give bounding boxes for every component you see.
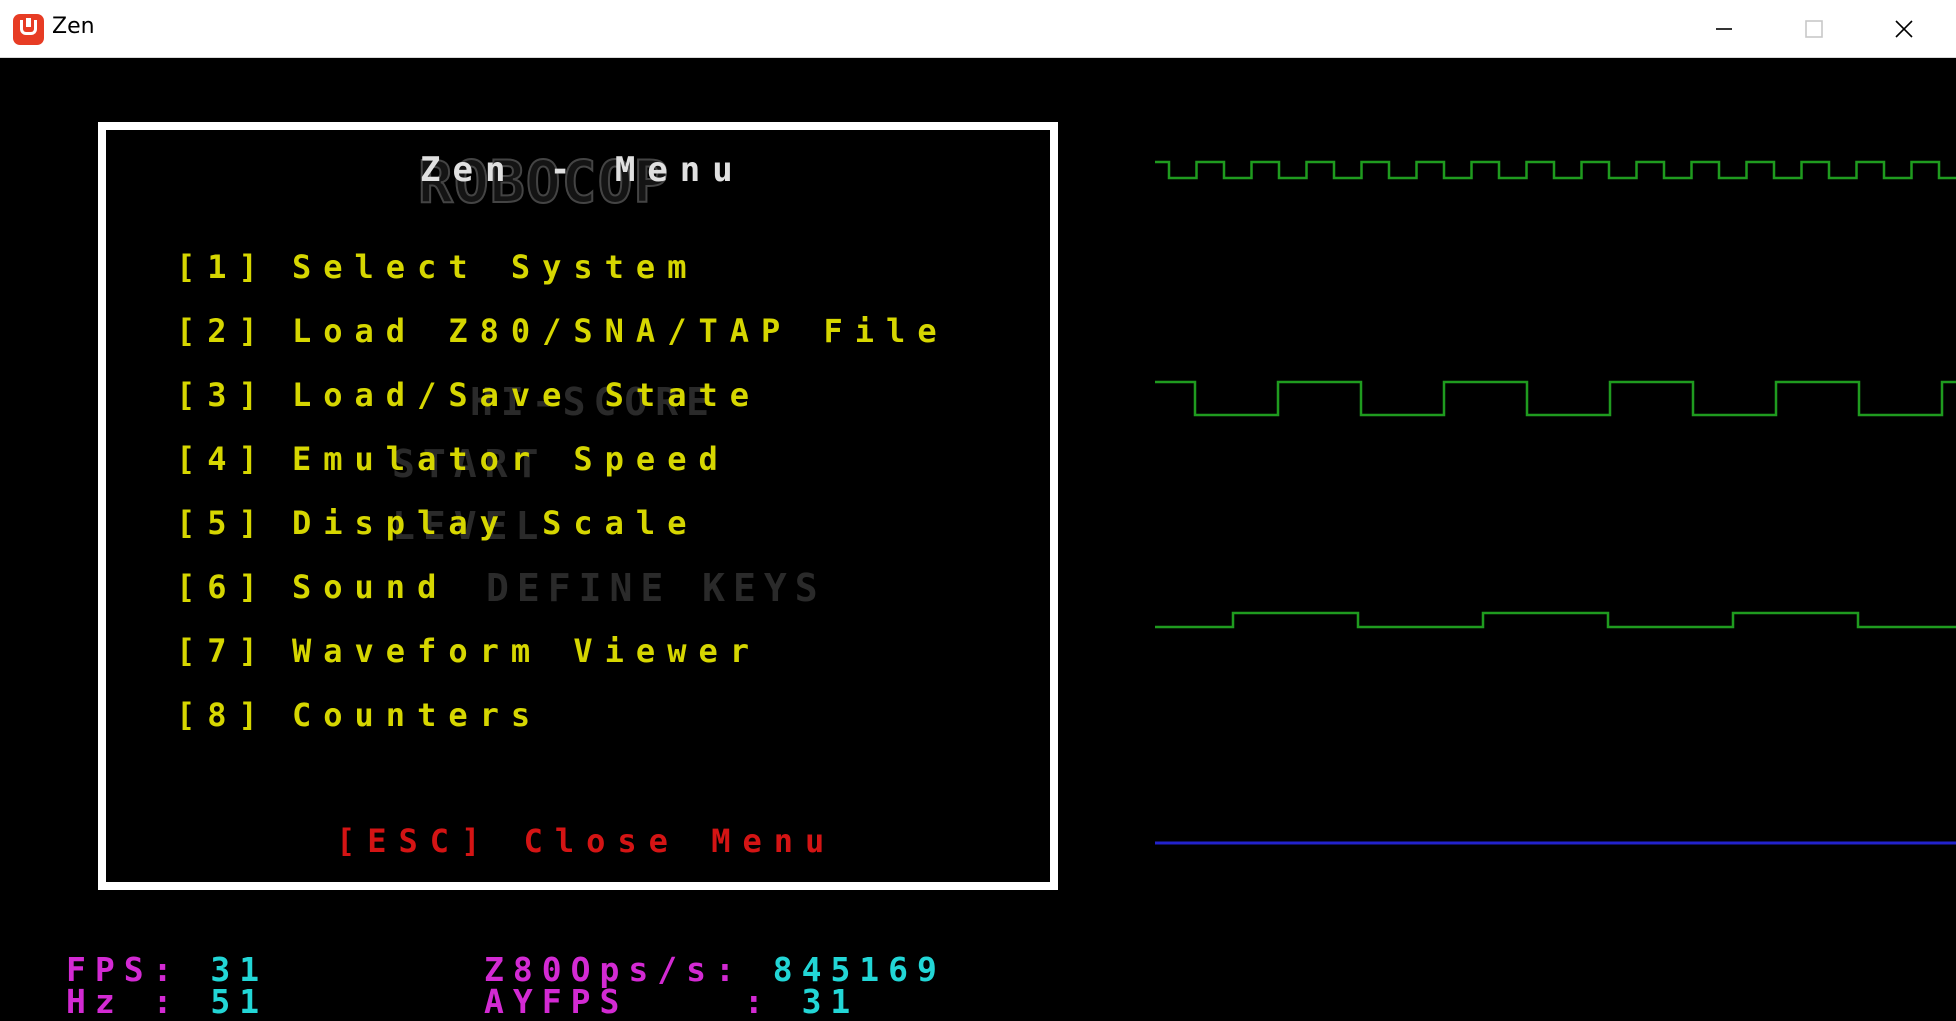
menu-title: Zen - Menu xyxy=(420,150,745,190)
menu-item-label: Display Scale xyxy=(292,504,699,542)
menu-item-label: Select System xyxy=(292,248,699,286)
hz-value: 51 xyxy=(210,982,269,1021)
waveform-viewer xyxy=(1155,160,1956,845)
menu-item-label: Sound xyxy=(292,568,449,606)
menu-item-close-menu[interactable]: [ESC] Close Menu xyxy=(336,822,836,860)
waveform-channel-b xyxy=(1155,380,1956,417)
menu-item-key: [2] xyxy=(176,312,270,350)
menu-item-key: [5] xyxy=(176,504,270,542)
ayfps-value: 31 xyxy=(801,982,860,1021)
maximize-icon xyxy=(1805,20,1823,38)
close-button[interactable] xyxy=(1860,0,1948,58)
menu-item-key: [8] xyxy=(176,696,270,734)
menu-item-waveform-viewer[interactable]: [7] Waveform Viewer xyxy=(176,632,761,670)
menu-item-label: Load Z80/SNA/TAP File xyxy=(292,312,949,350)
close-menu-key: [ESC] xyxy=(336,822,493,860)
app-logo-icon xyxy=(13,14,44,45)
minimize-icon xyxy=(1716,28,1732,30)
menu-item-label: Load/Save State xyxy=(292,376,761,414)
menu-item-emulator-speed[interactable]: [4] Emulator Speed xyxy=(176,440,730,478)
menu-item-sound[interactable]: [6] Sound xyxy=(176,568,448,606)
menu-item-key: [6] xyxy=(176,568,270,606)
close-icon xyxy=(1895,20,1913,38)
menu-item-load-file[interactable]: [2] Load Z80/SNA/TAP File xyxy=(176,312,949,350)
ayfps-label: AYFPS xyxy=(484,982,629,1021)
menu-item-select-system[interactable]: [1] Select System xyxy=(176,248,698,286)
ayfps-separator: : xyxy=(628,982,802,1021)
waveform-channel-c xyxy=(1155,611,1956,629)
maximize-button[interactable] xyxy=(1770,0,1858,58)
hz-readout: Hz : 51 xyxy=(66,982,268,1021)
menu-item-label: Waveform Viewer xyxy=(292,632,761,670)
menu-item-label: Counters xyxy=(292,696,543,734)
menu-item-key: [1] xyxy=(176,248,270,286)
close-menu-label: Close Menu xyxy=(523,822,837,860)
minimize-button[interactable] xyxy=(1680,0,1768,58)
title-bar: Zen xyxy=(0,0,1956,58)
menu-item-key: [7] xyxy=(176,632,270,670)
hz-label: Hz xyxy=(66,982,124,1021)
menu-item-load-save-state[interactable]: [3] Load/Save State xyxy=(176,376,761,414)
menu-item-key: [3] xyxy=(176,376,270,414)
window-title: Zen xyxy=(52,14,95,39)
menu-item-label: Emulator Speed xyxy=(292,440,730,478)
menu-item-counters[interactable]: [8] Counters xyxy=(176,696,542,734)
menu-item-display-scale[interactable]: [5] Display Scale xyxy=(176,504,698,542)
menu-item-key: [4] xyxy=(176,440,270,478)
waveform-channel-a xyxy=(1155,160,1956,180)
ayfps-readout: AYFPS : 31 xyxy=(484,982,859,1021)
hz-separator: : xyxy=(123,982,211,1021)
